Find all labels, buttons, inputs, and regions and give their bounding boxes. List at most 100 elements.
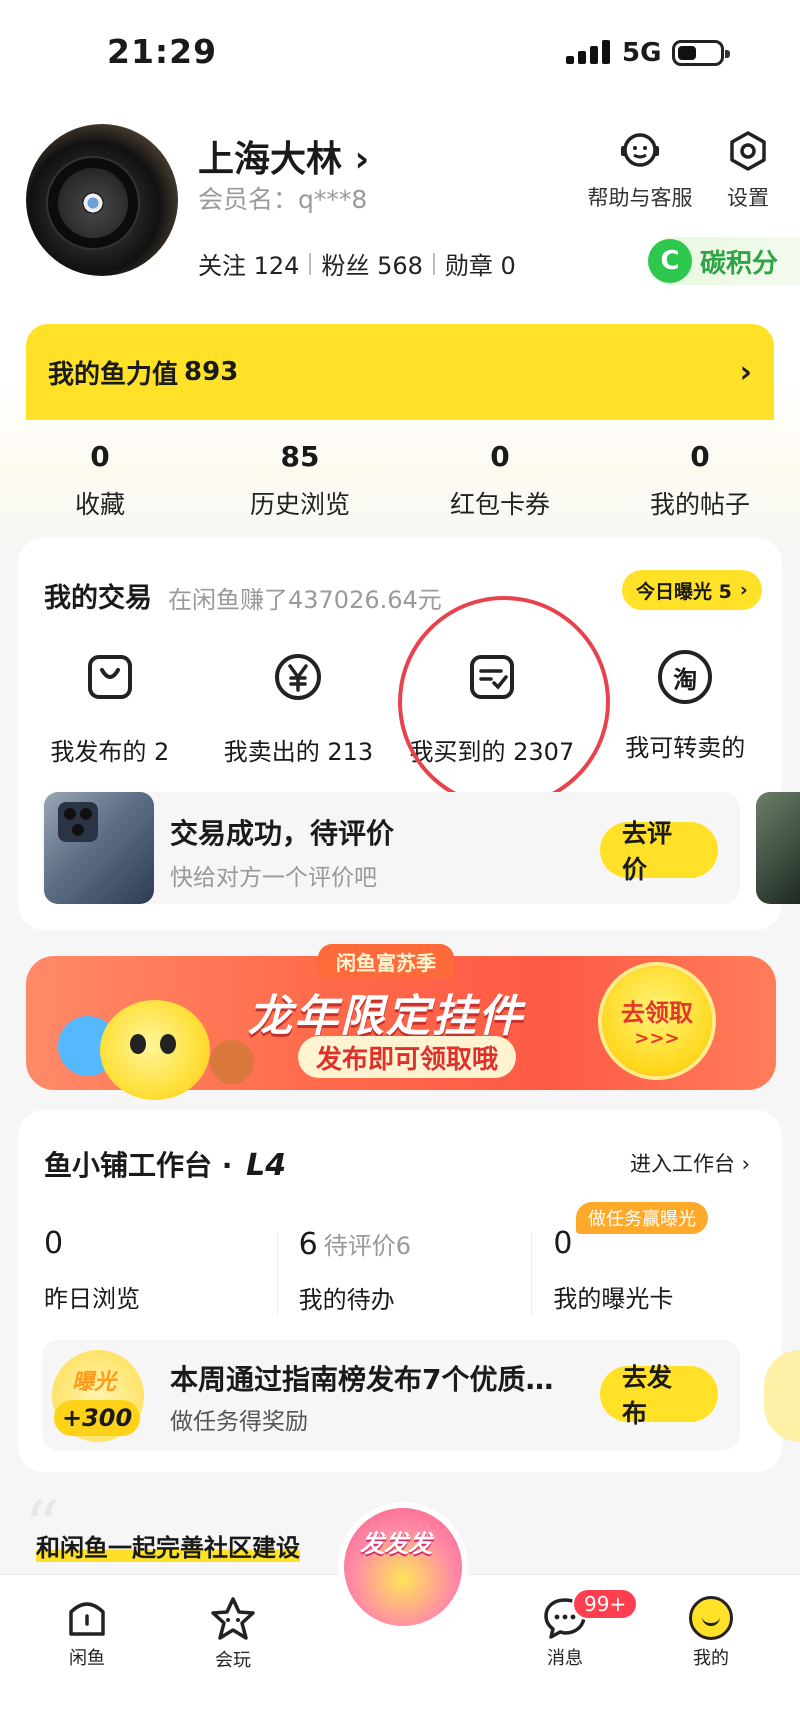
- shop-stats: 0 昨日浏览 6 待评价6 我的待办 0 我的曝光卡: [18, 1226, 782, 1326]
- tab-home-label: 闲鱼: [69, 1648, 105, 1669]
- fish-power-bar[interactable]: 我的鱼力值 893 ›: [26, 324, 774, 420]
- shop-level: L4: [246, 1148, 287, 1183]
- coupons-entry[interactable]: 0 红包卡券: [400, 440, 600, 521]
- earnings-text: 在闲鱼赚了437026.64元: [168, 586, 442, 614]
- favorites-count: 0: [90, 440, 110, 473]
- badge-bottom-text: +300: [54, 1400, 141, 1436]
- chevron-right-icon: ›: [342, 139, 370, 180]
- medal-stat[interactable]: 勋章 0: [445, 246, 516, 281]
- promo-title: 龙年限定挂件: [248, 991, 524, 1042]
- pending-review-subtitle: 快给对方一个评价吧: [170, 865, 377, 891]
- signal-icon: [566, 40, 610, 64]
- pending-review-title: 交易成功，待评价: [170, 817, 395, 850]
- status-time: 21:29: [107, 32, 218, 71]
- exposure-cards[interactable]: 0 我的曝光卡: [527, 1226, 782, 1326]
- exposure-reward-badge: 曝光 +300: [52, 1350, 144, 1442]
- follow-count: 124: [253, 252, 300, 280]
- profile-name-link[interactable]: 上海大林 ›: [198, 130, 369, 182]
- review-button[interactable]: 去评价: [600, 819, 718, 884]
- favorites-label: 收藏: [74, 490, 125, 519]
- my-sold-label: 我卖出的 213: [223, 738, 374, 766]
- enter-workbench-link[interactable]: 进入工作台 ›: [630, 1148, 750, 1178]
- claim-button[interactable]: 去领取 >>>: [602, 966, 712, 1076]
- yesterday-views[interactable]: 0 昨日浏览: [18, 1226, 273, 1326]
- shop-title-text: 鱼小铺工作台 ·: [44, 1149, 243, 1182]
- member-name: 会员名：q***8: [198, 185, 368, 214]
- chevron-right-icon: ›: [739, 579, 748, 601]
- customer-service-icon: [621, 133, 659, 167]
- history-count: 85: [280, 440, 320, 473]
- network-type: 5G: [622, 38, 662, 68]
- community-title-text: 和闲鱼一起完善社区建设: [36, 1534, 300, 1562]
- chevron-right-icon: ›: [739, 354, 752, 390]
- tab-play[interactable]: 会玩: [188, 1596, 278, 1672]
- favorites-entry[interactable]: 0 收藏: [0, 440, 200, 521]
- follow-stat[interactable]: 关注 124: [198, 246, 299, 281]
- pending-review-count: 待评价6: [323, 1232, 412, 1260]
- yen-icon: [275, 654, 322, 700]
- my-todo[interactable]: 6 待评价6 我的待办: [273, 1226, 528, 1326]
- carbon-icon: C: [648, 239, 692, 283]
- posts-label: 我的帖子: [649, 490, 750, 519]
- yellow-fish-mascot: [100, 1000, 210, 1100]
- trade-title: 我的交易: [44, 583, 152, 614]
- tab-mine[interactable]: 我的: [666, 1596, 756, 1670]
- community-title: 和闲鱼一起完善社区建设: [36, 1528, 300, 1563]
- message-count-badge: 99+: [572, 1588, 639, 1620]
- my-published-label: 我发布的 2: [50, 738, 170, 766]
- help-label: 帮助与客服: [587, 186, 693, 210]
- badge-top-text: 曝光: [72, 1370, 117, 1395]
- center-publish-button[interactable]: 发发发: [344, 1508, 462, 1626]
- fans-stat[interactable]: 粉丝 568: [321, 246, 422, 281]
- publish-button[interactable]: 去发布: [600, 1363, 718, 1428]
- task-reward-tag: 做任务赢曝光: [576, 1202, 708, 1234]
- promo-subtitle: 发布即可领取哦: [298, 1036, 517, 1078]
- my-sold-button[interactable]: 我卖出的 213: [202, 650, 395, 767]
- carbon-label: 碳积分: [700, 248, 779, 279]
- tab-home[interactable]: 闲鱼: [42, 1596, 132, 1670]
- product-thumbnail[interactable]: [44, 792, 154, 904]
- quick-counts: 0 收藏 85 历史浏览 0 红包卡券 0 我的帖子: [0, 440, 800, 521]
- help-button[interactable]: 帮助与客服: [585, 128, 695, 212]
- history-entry[interactable]: 85 历史浏览: [200, 440, 400, 521]
- coupons-count: 0: [490, 440, 510, 473]
- profile-name: 上海大林: [198, 139, 343, 180]
- follow-label: 关注: [198, 252, 246, 280]
- posts-count: 0: [690, 440, 710, 473]
- fish-home-icon: [69, 1602, 105, 1636]
- posts-entry[interactable]: 0 我的帖子: [600, 440, 800, 521]
- yesterday-views-label: 昨日浏览: [44, 1285, 140, 1313]
- exposure-label: 今日曝光 5: [636, 580, 732, 603]
- today-exposure-button[interactable]: 今日曝光 5 ›: [622, 570, 762, 610]
- divider: [309, 252, 312, 275]
- promo-tag: 闲鱼富苏季: [318, 944, 454, 978]
- medal-count: 0: [500, 252, 516, 280]
- tab-play-label: 会玩: [215, 1650, 251, 1671]
- task-subtitle: 做任务得奖励: [170, 1409, 308, 1435]
- divider: [432, 252, 435, 275]
- fish-power-value: 893: [184, 357, 239, 387]
- exposure-card-label: 我的曝光卡: [553, 1285, 674, 1313]
- tab-messages-label: 消息: [547, 1648, 583, 1669]
- triple-chevron-icon: >>>: [634, 1028, 680, 1049]
- chevron-right-icon: ›: [735, 1152, 751, 1176]
- claim-label: 去领取: [621, 999, 693, 1027]
- avatar[interactable]: [26, 124, 178, 276]
- my-published-button[interactable]: 我发布的 2: [18, 650, 202, 767]
- next-item-thumbnail[interactable]: [756, 792, 800, 904]
- fans-label: 粉丝: [321, 252, 370, 280]
- taobao-icon: 淘: [658, 650, 713, 704]
- gear-icon: [730, 131, 766, 171]
- resellable-label: 我可转卖的: [625, 734, 746, 762]
- tab-mine-label: 我的: [693, 1648, 729, 1669]
- todo-label: 我的待办: [298, 1286, 395, 1314]
- smiley-icon: [689, 1596, 733, 1640]
- settings-button[interactable]: 设置: [715, 128, 781, 212]
- todo-count: 6: [298, 1227, 318, 1262]
- fans-count: 568: [377, 252, 423, 280]
- resellable-button[interactable]: 淘 我可转卖的: [589, 650, 782, 767]
- bag-icon: [87, 655, 132, 699]
- carbon-points-button[interactable]: C 碳积分: [648, 237, 800, 285]
- yesterday-views-count: 0: [44, 1226, 64, 1261]
- exposure-card-count: 0: [553, 1226, 573, 1261]
